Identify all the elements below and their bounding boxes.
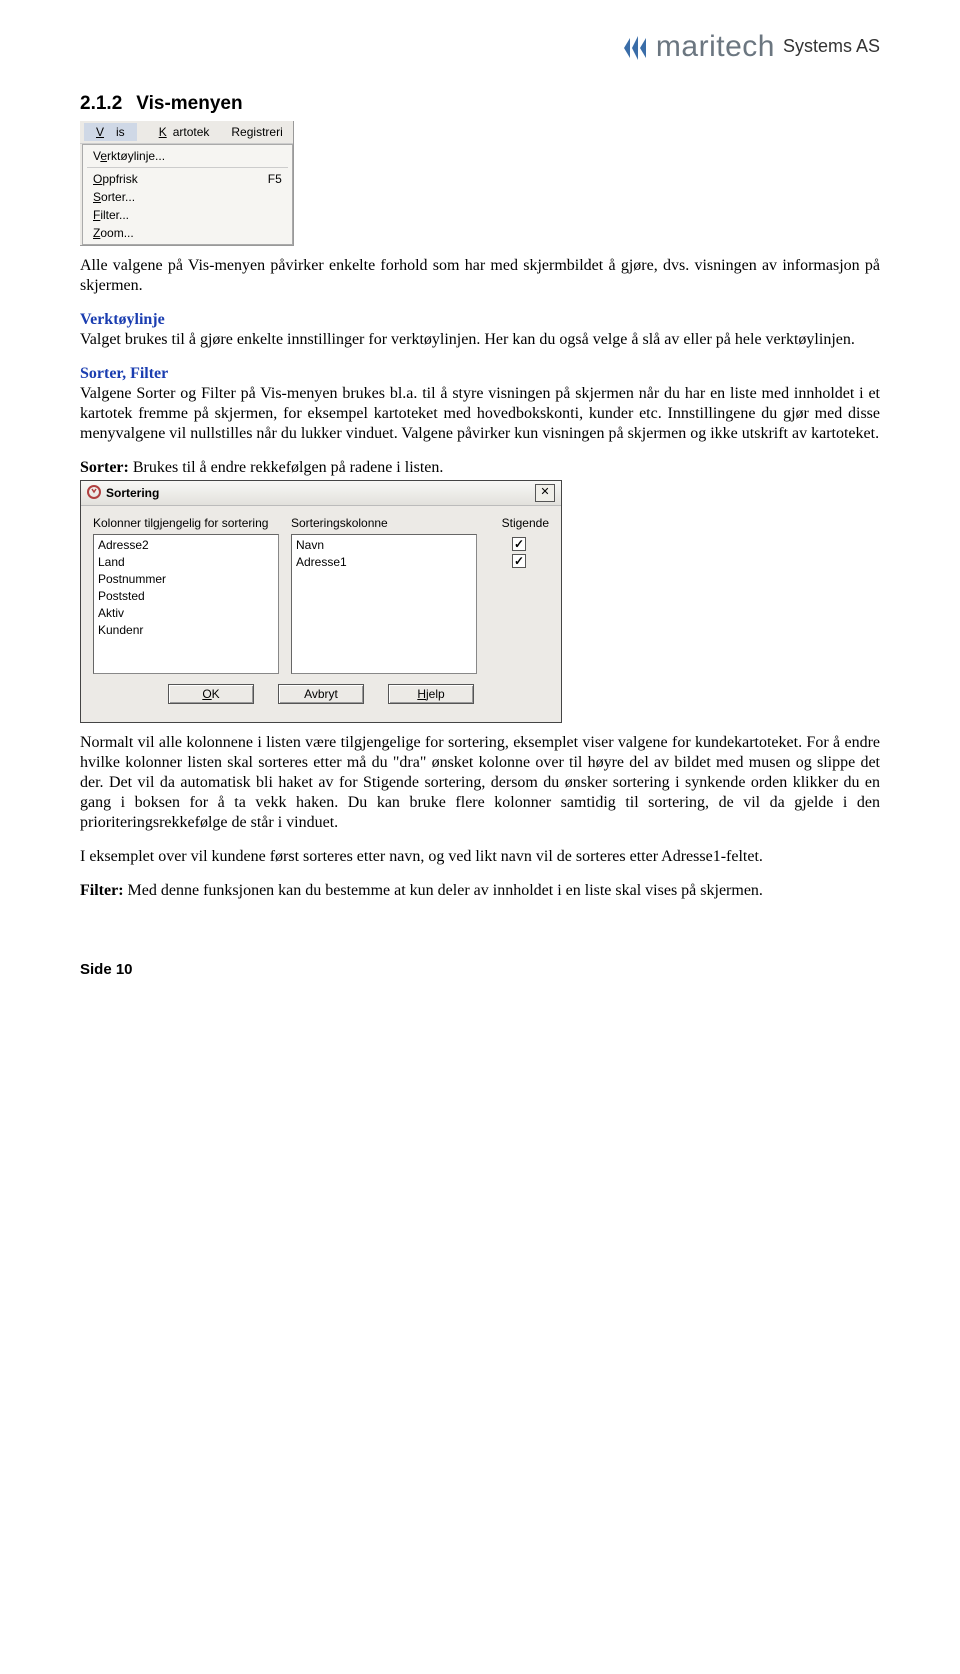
menu-item-filter[interactable]: Filter... <box>83 206 292 224</box>
menu-item-verktoylinje[interactable]: Verktøylinje... <box>83 147 292 165</box>
dialog-icon <box>87 485 101 502</box>
menu-bar-kartotek[interactable]: Kartotek <box>147 123 216 141</box>
logo-brand: maritech <box>656 30 775 64</box>
sorter-label: Sorter: <box>80 459 129 476</box>
filter-label: Filter: <box>80 882 124 899</box>
paragraph-verktoylinje: Valget brukes til å gjøre enkelte innsti… <box>80 330 880 350</box>
header-logo: maritech Systems AS <box>80 30 880 65</box>
dialog-title: Sortering <box>106 486 159 500</box>
paragraph-intro: Alle valgene på Vis-menyen påvirker enke… <box>80 256 880 296</box>
paragraph-filter: Filter: Med denne funksjonen kan du best… <box>80 881 880 901</box>
subheading-sorter-filter: Sorter, Filter <box>80 364 880 384</box>
list-item[interactable]: Navn <box>296 537 472 554</box>
paragraph-sorter-filter: Valgene Sorter og Filter på Vis-menyen b… <box>80 384 880 444</box>
dialog-titlebar: Sortering ✕ <box>81 481 561 506</box>
menu-separator <box>87 167 288 168</box>
paragraph-dialog-explain: Normalt vil alle kolonnene i listen være… <box>80 733 880 833</box>
list-item[interactable]: Kundenr <box>98 622 274 639</box>
list-item[interactable]: Poststed <box>98 588 274 605</box>
menu-dropdown: Verktøylinje... OppfriskF5 Sorter... Fil… <box>82 144 293 245</box>
section-heading: 2.1.2 Vis-menyen <box>80 93 880 115</box>
ascending-checkbox[interactable] <box>512 554 526 568</box>
col-right-label: Stigende <box>489 516 549 530</box>
menu-bar-registreri[interactable]: Registreri <box>225 123 288 141</box>
list-item[interactable]: Adresse2 <box>98 537 274 554</box>
section-title: Vis-menyen <box>136 93 242 114</box>
available-columns-listbox[interactable]: Adresse2 Land Postnummer Poststed Aktiv … <box>93 534 279 674</box>
paragraph-example: I eksemplet over vil kundene først sorte… <box>80 847 880 867</box>
menu-bar-vis[interactable]: Vis <box>84 123 137 141</box>
list-item[interactable]: Aktiv <box>98 605 274 622</box>
menu-item-oppfrisk[interactable]: OppfriskF5 <box>83 170 292 188</box>
list-item[interactable]: Land <box>98 554 274 571</box>
col-left-label: Kolonner tilgjengelig for sortering <box>93 516 279 530</box>
paragraph-sorter-lead: Sorter: Brukes til å endre rekkefølgen p… <box>80 458 880 478</box>
list-item[interactable]: Postnummer <box>98 571 274 588</box>
ascending-checkbox[interactable] <box>512 537 526 551</box>
logo-suffix: Systems AS <box>783 36 880 59</box>
col-mid-label: Sorteringskolonne <box>291 516 477 530</box>
menu-item-sorter[interactable]: Sorter... <box>83 188 292 206</box>
subheading-verktoylinje: Verktøylinje <box>80 310 880 330</box>
cancel-button[interactable]: Avbryt <box>278 684 364 704</box>
page-footer: Side 10 <box>80 961 880 978</box>
ok-button[interactable]: OK <box>168 684 254 704</box>
maritech-logo-icon <box>622 34 652 60</box>
section-number: 2.1.2 <box>80 93 122 114</box>
vis-menu-screenshot: Vis Kartotek Registreri Verktøylinje... … <box>80 121 294 246</box>
close-icon[interactable]: ✕ <box>535 484 555 502</box>
sortering-dialog: Sortering ✕ Kolonner tilgjengelig for so… <box>80 480 562 723</box>
menu-item-zoom[interactable]: Zoom... <box>83 224 292 242</box>
help-button[interactable]: Hjelp <box>388 684 474 704</box>
list-item[interactable]: Adresse1 <box>296 554 472 571</box>
ascending-checks <box>489 534 549 674</box>
menu-bar: Vis Kartotek Registreri <box>80 121 293 144</box>
sort-columns-listbox[interactable]: Navn Adresse1 <box>291 534 477 674</box>
